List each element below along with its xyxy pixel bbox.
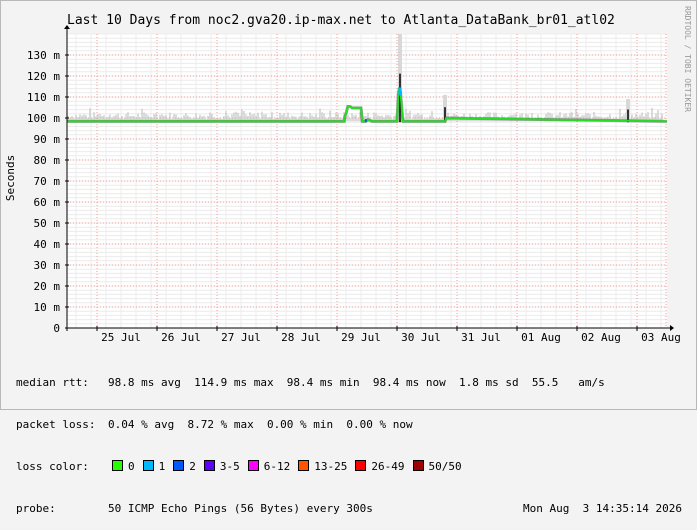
loss-color-swatch bbox=[412, 460, 424, 471]
x-tick-label: 29 Jul bbox=[341, 331, 381, 344]
y-tick-label: 10 m bbox=[34, 301, 61, 314]
loss-color-range: 13-25 bbox=[314, 460, 348, 473]
x-tick-label: 02 Aug bbox=[581, 331, 621, 344]
loss-color-label: loss color: bbox=[16, 460, 89, 473]
x-tick-label: 03 Aug bbox=[641, 331, 681, 344]
loss-legend-item: 0 bbox=[108, 460, 135, 474]
graph-timestamp: Mon Aug 3 14:35:14 2026 bbox=[523, 502, 682, 515]
loss-legend-item: 13-25 bbox=[294, 460, 347, 474]
y-tick-label: 60 m bbox=[34, 196, 61, 209]
x-tick-label: 26 Jul bbox=[161, 331, 201, 344]
probe-description: 50 ICMP Echo Pings (56 Bytes) every 300s bbox=[108, 502, 373, 515]
y-tick-label: 80 m bbox=[34, 154, 61, 167]
x-tick-label: 30 Jul bbox=[401, 331, 441, 344]
loss-legend-item: 26-49 bbox=[351, 460, 405, 474]
loss-color-swatch bbox=[298, 460, 310, 471]
y-tick-labels: 0 10 m 20 m 30 m 40 m 50 m 60 m 70 m 80 m 90 m 100… bbox=[27, 49, 60, 335]
loss-legend-item: 6-12 bbox=[244, 460, 291, 474]
loss-legend-item: 1 bbox=[139, 460, 166, 474]
y-tick-label: 120 m bbox=[27, 70, 60, 83]
loss-marker bbox=[364, 119, 367, 123]
x-tick-label: 01 Aug bbox=[521, 331, 561, 344]
x-tick-labels: 25 Jul 26 Jul 27 Jul 28 Jul 29 Jul 30 Jul 31 J… bbox=[101, 331, 681, 344]
loss-color-swatch bbox=[112, 460, 123, 471]
loss-color-row: loss color: 0 1 2 3-5 6-12 13-25 26-49 50/50 bbox=[16, 460, 686, 474]
chart-title: Last 10 Days from noc2.gva20.ip-max.net … bbox=[67, 13, 615, 28]
rrdtool-credit: RRDTOOL / TOBI OETIKER bbox=[683, 6, 692, 112]
x-tick-label: 31 Jul bbox=[461, 331, 501, 344]
loss-color-swatch bbox=[173, 460, 185, 471]
y-tick-label: 30 m bbox=[34, 259, 61, 272]
x-tick-label: 28 Jul bbox=[281, 331, 321, 344]
median-rtt-row: median rtt: 98.8 ms avg 114.9 ms max 98.4… bbox=[16, 376, 686, 390]
y-tick-label: 130 m bbox=[27, 49, 60, 62]
packet-loss-row: packet loss: 0.04 % avg 8.72 % max 0.00 %… bbox=[16, 418, 686, 432]
median-rtt-label: median rtt: bbox=[16, 376, 89, 389]
y-tick-label: 100 m bbox=[27, 112, 60, 125]
y-axis-label: Seconds bbox=[4, 155, 17, 201]
median-rtt-values: 98.8 ms avg 114.9 ms max 98.4 ms min 98.… bbox=[108, 376, 605, 389]
loss-color-swatch bbox=[247, 460, 259, 471]
y-tick-label: 0 bbox=[53, 322, 60, 335]
rtt-chart: 0 10 m 20 m 30 m 40 m 50 m 60 m 70 m 80 m 90 m 100… bbox=[4, 6, 692, 344]
loss-color-range: 2 bbox=[189, 460, 196, 473]
loss-color-range: 3-5 bbox=[219, 460, 240, 473]
x-tick-label: 27 Jul bbox=[221, 331, 261, 344]
packet-loss-label: packet loss: bbox=[16, 418, 96, 431]
loss-color-range: 26-49 bbox=[371, 460, 405, 473]
loss-color-swatch bbox=[142, 460, 154, 471]
stats-panel: median rtt: 98.8 ms avg 114.9 ms max 98.4… bbox=[16, 348, 686, 530]
y-tick-label: 50 m bbox=[34, 217, 61, 230]
loss-marker bbox=[398, 87, 402, 96]
loss-color-range: 0 bbox=[128, 460, 135, 473]
loss-color-legend: 0 1 2 3-5 6-12 13-25 26-49 50/50 bbox=[108, 460, 466, 473]
x-tick-label: 25 Jul bbox=[101, 331, 141, 344]
loss-legend-item: 3-5 bbox=[200, 460, 240, 474]
y-tick-label: 20 m bbox=[34, 280, 61, 293]
loss-color-range: 1 bbox=[158, 460, 166, 473]
loss-color-range: 50/50 bbox=[428, 460, 462, 473]
y-tick-label: 90 m bbox=[34, 133, 61, 146]
probe-label: probe: bbox=[16, 502, 56, 515]
y-tick-label: 70 m bbox=[34, 175, 61, 188]
loss-color-swatch bbox=[203, 460, 215, 471]
loss-legend-item: 50/50 bbox=[409, 460, 462, 474]
loss-legend-item: 2 bbox=[169, 460, 196, 474]
y-tick-label: 110 m bbox=[27, 91, 60, 104]
packet-loss-values: 0.04 % avg 8.72 % max 0.00 % min 0.00 % … bbox=[108, 418, 413, 431]
loss-color-range: 6-12 bbox=[263, 460, 291, 473]
y-tick-label: 40 m bbox=[34, 238, 61, 251]
probe-row: probe: 50 ICMP Echo Pings (56 Bytes) ever… bbox=[16, 502, 686, 516]
loss-color-swatch bbox=[355, 460, 367, 471]
